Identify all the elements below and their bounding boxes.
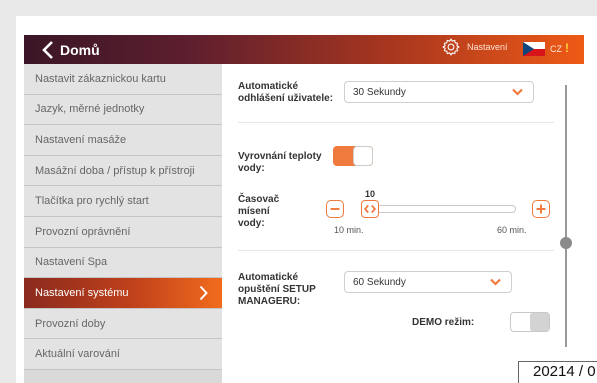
sidebar-item-label: Nastavit zákaznickou kartu [35, 72, 166, 85]
czech-flag-icon[interactable] [523, 42, 545, 56]
mix-timer-track[interactable] [364, 205, 516, 213]
sidebar-item-warnings[interactable]: Aktuální varování [24, 339, 222, 370]
temp-balance-label: Vyrovnání teploty vody: [238, 151, 322, 174]
sidebar-item-permissions[interactable]: Provozní oprávnění [24, 216, 222, 248]
setup-exit-select[interactable]: 60 Sekundy [344, 271, 512, 293]
sidebar-item-quick-start[interactable]: Tlačítka pro rychlý start [24, 186, 222, 217]
sidebar-item-label: Masážní doba / přístup k přístroji [35, 164, 195, 177]
mix-timer-slider-thumb[interactable] [361, 200, 379, 218]
chevron-down-icon [512, 88, 523, 96]
auto-logout-label: Automatické odhlášení uživatele: [238, 81, 334, 104]
sidebar-item-customer-card[interactable]: Nastavit zákaznickou kartu [24, 64, 222, 95]
scrollbar-track[interactable] [565, 85, 567, 347]
divider [238, 250, 554, 251]
minus-icon [330, 208, 340, 210]
sidebar-item-operating-hours[interactable]: Provozní doby [24, 308, 222, 340]
chevron-down-icon [490, 278, 501, 286]
mix-timer-min-label: 10 min. [334, 225, 364, 235]
sidebar-item-system-settings[interactable]: Nastavení systému [24, 278, 222, 309]
settings-button[interactable]: Nastavení [441, 37, 508, 57]
sidebar-item-massage-time[interactable]: Masážní doba / přístup k přístroji [24, 155, 222, 187]
auto-logout-select[interactable]: 30 Sekundy [344, 81, 534, 103]
increase-button[interactable] [532, 200, 550, 218]
alert-icon[interactable]: ! [565, 41, 569, 55]
sidebar-item-label: Nastavení systému [35, 286, 129, 299]
sidebar-item-label: Provozní oprávnění [35, 225, 131, 238]
gear-icon [442, 38, 460, 56]
sidebar-item-label: Tlačítka pro rychlý start [35, 195, 149, 208]
settings-label: Nastavení [467, 42, 508, 52]
sidebar-item-language[interactable]: Jazyk, měrné jednotky [24, 94, 222, 126]
mix-timer-max-label: 60 min. [497, 225, 527, 235]
chevron-right-icon [199, 285, 208, 301]
back-label: Domů [60, 41, 100, 58]
language-label[interactable]: CZ [550, 44, 562, 54]
setup-exit-label: Automatické opuštění SETUP MANAGERU: [238, 272, 316, 307]
sidebar-item-label: Nastavení Spa [35, 256, 108, 269]
sidebar-item-label: Aktuální varování [35, 348, 120, 361]
setup-exit-value: 60 Sekundy [353, 276, 406, 288]
temp-balance-toggle[interactable] [333, 146, 373, 166]
footer-stamp: 20214 / 0 [518, 361, 597, 383]
sidebar-item-label: Nastavení masáže [35, 133, 127, 146]
chevron-left-icon [42, 40, 53, 59]
sidebar-item-spa-settings[interactable]: Nastavení Spa [24, 247, 222, 279]
sidebar-item-massage-settings[interactable]: Nastavení masáže [24, 125, 222, 156]
code-arrows-icon [363, 204, 377, 214]
demo-mode-toggle[interactable] [510, 312, 550, 332]
demo-mode-label: DEMO režim: [412, 317, 475, 328]
scrollbar-thumb[interactable] [560, 237, 572, 249]
mix-timer-value: 10 [365, 189, 376, 199]
back-button[interactable]: Domů [42, 36, 100, 63]
divider [238, 122, 554, 123]
auto-logout-value: 30 Sekundy [353, 86, 406, 98]
mix-timer-label: Časovač mísení vody: [238, 194, 280, 229]
decrease-button[interactable] [326, 200, 344, 218]
toggle-knob [530, 313, 549, 331]
plus-icon [536, 204, 546, 214]
sidebar: Nastavit zákaznickou kartu Jazyk, měrné … [24, 64, 222, 383]
toggle-knob [353, 146, 373, 166]
sidebar-item-label: Jazyk, měrné jednotky [35, 103, 145, 116]
sidebar-item-label: Provozní doby [35, 317, 106, 330]
